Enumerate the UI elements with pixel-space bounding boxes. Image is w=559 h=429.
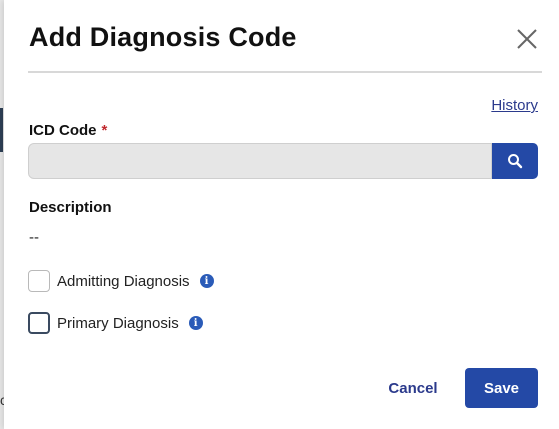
add-diagnosis-dialog: Add Diagnosis Code History ICD Code * Des… <box>4 0 559 429</box>
admitting-diagnosis-checkbox[interactable] <box>28 270 50 292</box>
dialog-title: Add Diagnosis Code <box>29 22 297 52</box>
admitting-diagnosis-row: Admitting Diagnosis i <box>28 269 214 293</box>
header-divider <box>28 71 542 73</box>
primary-diagnosis-label: Primary Diagnosis <box>57 314 179 332</box>
primary-diagnosis-checkbox[interactable] <box>28 312 50 334</box>
description-label: Description <box>29 199 112 216</box>
icd-search-button[interactable] <box>492 143 538 179</box>
info-icon[interactable]: i <box>188 316 203 330</box>
close-button[interactable] <box>510 22 542 54</box>
icd-code-label: ICD Code * <box>29 122 107 139</box>
primary-diagnosis-row: Primary Diagnosis i <box>28 311 203 335</box>
cancel-button[interactable]: Cancel <box>374 368 452 408</box>
icd-code-label-text: ICD Code <box>29 122 97 139</box>
background-nav-accent <box>0 108 3 152</box>
search-icon <box>508 154 523 169</box>
icd-code-input[interactable] <box>28 143 492 179</box>
description-value: -- <box>29 229 39 246</box>
save-button[interactable]: Save <box>465 368 538 408</box>
info-icon[interactable]: i <box>199 274 214 288</box>
history-link[interactable]: History <box>491 97 538 114</box>
admitting-diagnosis-label: Admitting Diagnosis <box>57 272 190 290</box>
required-marker: * <box>101 122 108 139</box>
close-icon <box>517 29 537 49</box>
